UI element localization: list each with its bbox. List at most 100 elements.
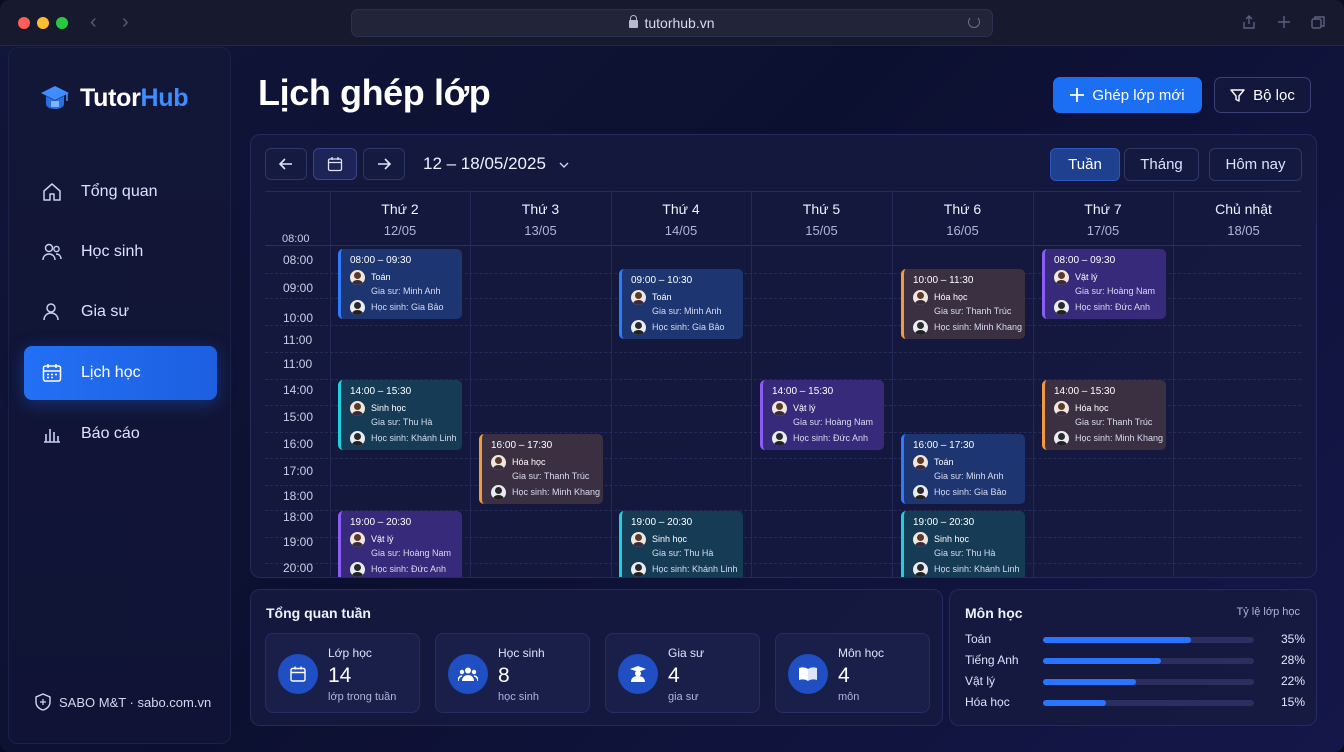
subject-row[interactable]: Tiếng Anh 28% [965,653,1305,669]
subject-progress-fill [1043,658,1162,664]
plus-icon [1070,88,1085,102]
event-time: 16:00 – 17:30 [491,440,553,451]
tutor-avatar [1054,269,1069,285]
event-student: Học sinh: Minh Khang [1075,433,1164,443]
subject-row[interactable]: Toán 35% [965,632,1305,648]
event-tutor: Gia sư: Hoàng Nam [371,548,452,558]
back-icon[interactable]: ‹ [90,12,97,32]
event-subject: Vật lý [1075,272,1098,282]
tutor-avatar [913,289,928,305]
subject-progress-bar [1043,658,1254,664]
class-event[interactable]: 19:00 – 20:30 Vật lý Gia sư: Hoàng Nam Học … [338,511,462,577]
new-tab-icon[interactable] [1276,14,1292,30]
students-icon [42,243,62,261]
class-event[interactable]: 19:00 – 20:30 Sinh học Gia sư: Thu Hà Học s… [619,511,743,577]
grid-column-line [892,191,893,577]
day-header[interactable]: Thứ 6 16/05 [892,201,1033,238]
view-week-button[interactable]: Tuần [1050,148,1120,181]
class-event[interactable]: 19:00 – 20:30 Sinh học Gia sư: Thu Hà Học s… [901,511,1025,577]
minimize-window-button[interactable] [37,17,49,29]
maximize-window-button[interactable] [56,17,68,29]
brand-logo[interactable]: TutorHub [39,82,189,114]
address-bar[interactable]: tutorhub.vn [351,9,993,37]
view-month-button[interactable]: Tháng [1124,148,1199,181]
day-header[interactable]: Thứ 5 15/05 [751,201,892,238]
event-student-row: Học sinh: Đức Anh [350,561,462,577]
brand-name-part1: Tutor [80,83,141,112]
event-student-row: Học sinh: Minh Khang [491,484,603,500]
chevron-down-icon [559,162,569,168]
day-header[interactable]: Thứ 4 14/05 [611,201,751,238]
class-event[interactable]: 16:00 – 17:30 Toán Gia sư: Minh Anh Học sin… [901,434,1025,504]
view-today-button[interactable]: Hôm nay [1209,148,1302,181]
event-time: 14:00 – 15:30 [350,386,412,397]
sidebar-item-tutors[interactable]: Gia sư [24,285,217,339]
sidebar-item-label: Học sinh [81,243,144,260]
filter-button[interactable]: Bộ lọc [1214,77,1311,113]
graduation-cap-icon [41,86,69,109]
grid-row-line [265,485,1301,486]
day-name: Thứ 6 [943,201,982,217]
subject-row[interactable]: Hóa học 15% [965,695,1305,711]
sidebar-item-label: Báo cáo [81,425,140,442]
stat-students[interactable]: Học sinh 8 học sinh [435,633,590,713]
sidebar-item-overview[interactable]: Tổng quan [24,165,217,219]
day-date: 18/05 [1227,223,1260,238]
page-title: Lịch ghép lớp [258,72,491,113]
class-event[interactable]: 14:00 – 15:30 Hóa học Gia sư: Thanh Trúc Họ… [1042,380,1166,450]
new-match-button[interactable]: Ghép lớp mới [1053,77,1202,113]
event-tutor: Gia sư: Thanh Trúc [512,471,590,481]
tabs-overview-icon[interactable] [1310,14,1326,30]
event-time: 19:00 – 20:30 [913,517,975,528]
close-window-button[interactable] [18,17,30,29]
time-label: 20:00 [283,561,314,575]
time-label: 16:00 [283,437,314,451]
class-event[interactable]: 16:00 – 17:30 Hóa học Gia sư: Thanh Trúc Họ… [479,434,603,504]
date-picker-button[interactable] [313,148,357,180]
sidebar-item-schedule[interactable]: Lịch học [24,346,217,400]
day-header[interactable]: Thứ 3 13/05 [470,201,611,238]
class-event[interactable]: 14:00 – 15:30 Vật lý Gia sư: Hoàng Nam Học … [760,380,884,450]
day-header[interactable]: Thứ 7 17/05 [1033,201,1173,238]
event-student: Học sinh: Gia Bảo [934,487,1007,497]
stat-value: 8 [498,664,510,687]
day-header[interactable]: Chủ nhật 18/05 [1173,201,1314,238]
subject-row[interactable]: Vật lý 22% [965,674,1305,690]
stat-tutors[interactable]: Gia sư 4 gia sư [605,633,760,713]
stat-classes[interactable]: Lớp học 14 lớp trong tuần [265,633,420,713]
prev-week-button[interactable] [265,148,307,180]
class-event[interactable]: 08:00 – 09:30 Vật lý Gia sư: Hoàng Nam Học … [1042,249,1166,319]
stat-subjects[interactable]: Môn học 4 môn [775,633,930,713]
student-avatar [491,484,506,500]
time-label: 11:00 [283,333,313,347]
forward-icon[interactable]: › [122,12,129,32]
date-range-dropdown[interactable]: 12 – 18/05/2025 [423,154,569,174]
day-header[interactable]: Thứ 2 12/05 [330,201,470,238]
time-label: 18:00 [283,489,314,503]
stat-label: Gia sư [668,646,705,660]
stat-value: 4 [668,664,680,687]
subject-percent: 15% [1280,695,1305,709]
sidebar-item-students[interactable]: Học sinh [24,225,217,279]
sidebar-item-reports[interactable]: Báo cáo [24,407,217,461]
calendar-icon [42,364,62,382]
class-event[interactable]: 10:00 – 11:30 Hóa học Gia sư: Thanh Trúc Họ… [901,269,1025,339]
view-today-label: Hôm nay [1225,156,1286,173]
sidebar-footer[interactable]: SABO M&T · sabo.com.vn [35,693,211,711]
class-event[interactable]: 09:00 – 10:30 Toán Gia sư: Minh Anh Học sin… [619,269,743,339]
share-icon[interactable] [1241,14,1257,30]
time-label: 11:00 [283,357,313,371]
event-tutor: Gia sư: Thu Hà [371,417,433,427]
student-avatar [1054,299,1069,315]
student-avatar [631,561,646,577]
tutor-avatar [913,454,928,470]
reload-icon[interactable] [968,16,980,28]
week-summary-panel: Tổng quan tuần Lớp học 14 lớp trong tuần… [250,589,943,726]
day-date: 12/05 [383,223,417,238]
event-time: 09:00 – 10:30 [631,275,693,286]
event-time: 19:00 – 20:30 [631,517,693,528]
day-date: 17/05 [1086,223,1120,238]
class-event[interactable]: 14:00 – 15:30 Sinh học Gia sư: Thu Hà Học s… [338,380,462,450]
class-event[interactable]: 08:00 – 09:30 Toán Gia sư: Minh Anh Học sin… [338,249,462,319]
next-week-button[interactable] [363,148,405,180]
